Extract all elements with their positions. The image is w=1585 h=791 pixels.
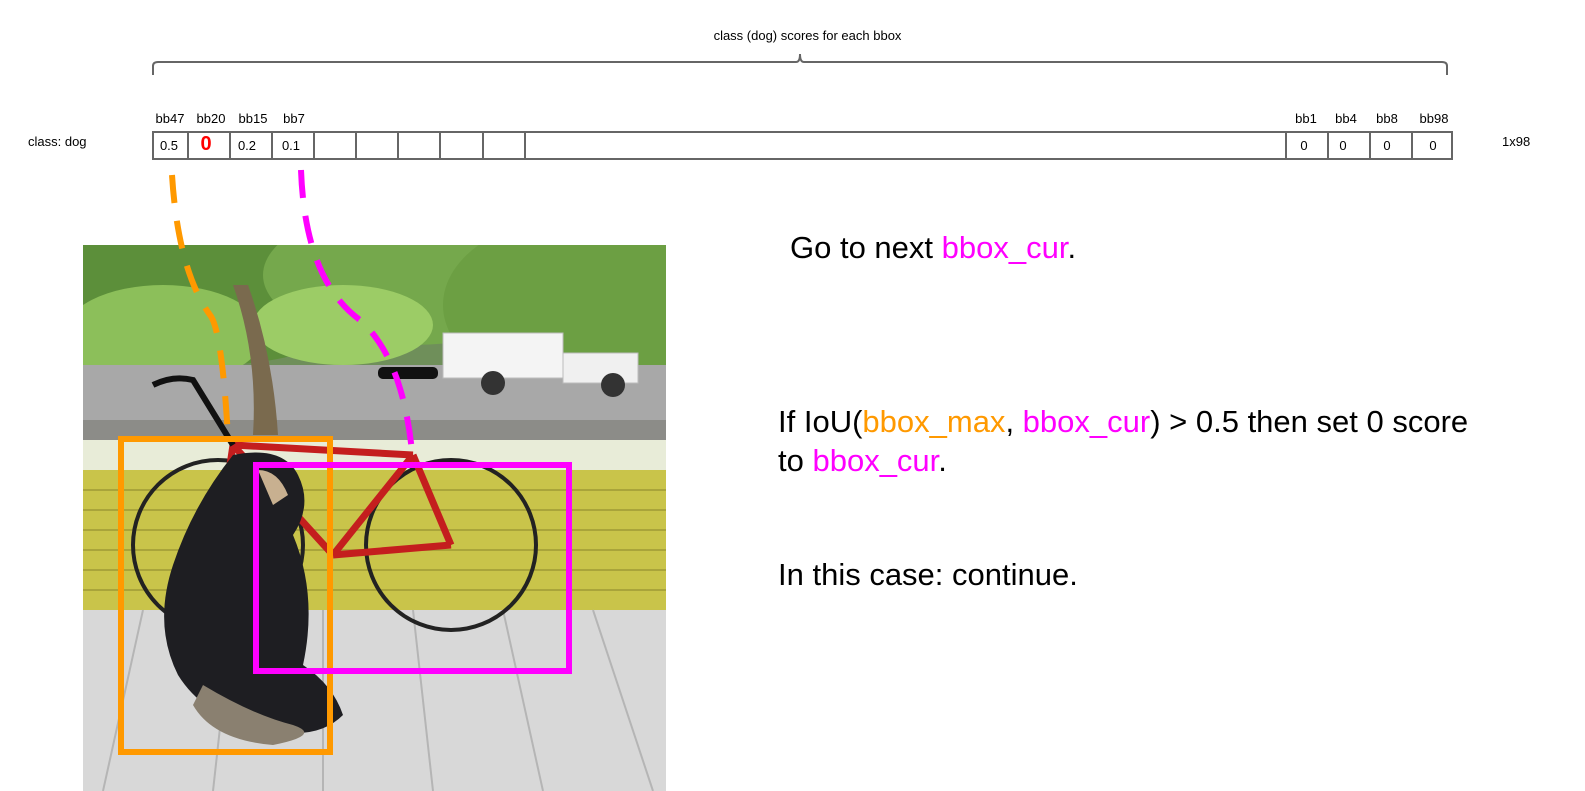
iou-rule: If IoU(bbox_max, bbox_cur) > 0.5 then se… — [778, 404, 1469, 478]
score-bb15: 0.2 — [237, 138, 257, 153]
conclusion-text: In this case: continue. — [778, 557, 1078, 592]
bbox-header-bb15: bb15 — [238, 111, 268, 126]
score-bb4: 0 — [1339, 138, 1347, 153]
bbox-cur-term: bbox_cur — [812, 443, 939, 478]
bbox-header-bb20: bb20 — [196, 111, 226, 126]
bbox-header-bb7: bb7 — [283, 111, 305, 126]
brace-title: class (dog) scores for each bbox — [713, 28, 902, 43]
score-bb1: 0 — [1300, 138, 1308, 153]
class-label: class: dog — [28, 134, 87, 149]
dog-bicycle-photo — [83, 245, 666, 791]
step-instruction: Go to next bbox_cur. — [790, 230, 1077, 265]
bbox-header-bb8: bb8 — [1376, 111, 1398, 126]
score-bb8: 0 — [1383, 138, 1391, 153]
bbox-header-bb4: bb4 — [1335, 111, 1357, 126]
array-dims-label: 1x98 — [1502, 134, 1531, 149]
score-bb7: 0.1 — [281, 138, 301, 153]
score-bb98: 0 — [1429, 138, 1437, 153]
bbox-cur-term: bbox_cur — [1022, 404, 1151, 439]
score-bb47: 0.5 — [159, 138, 179, 153]
score-bb20-zeroed: 0 — [200, 133, 212, 155]
bbox-header-bb98: bb98 — [1419, 111, 1449, 126]
score-array — [152, 131, 1453, 160]
bbox-max-term: bbox_max — [862, 404, 1006, 439]
bbox-header-bb47: bb47 — [155, 111, 185, 126]
bbox-header-bb1: bb1 — [1295, 111, 1317, 126]
bbox-cur-term: bbox_cur — [941, 230, 1068, 265]
